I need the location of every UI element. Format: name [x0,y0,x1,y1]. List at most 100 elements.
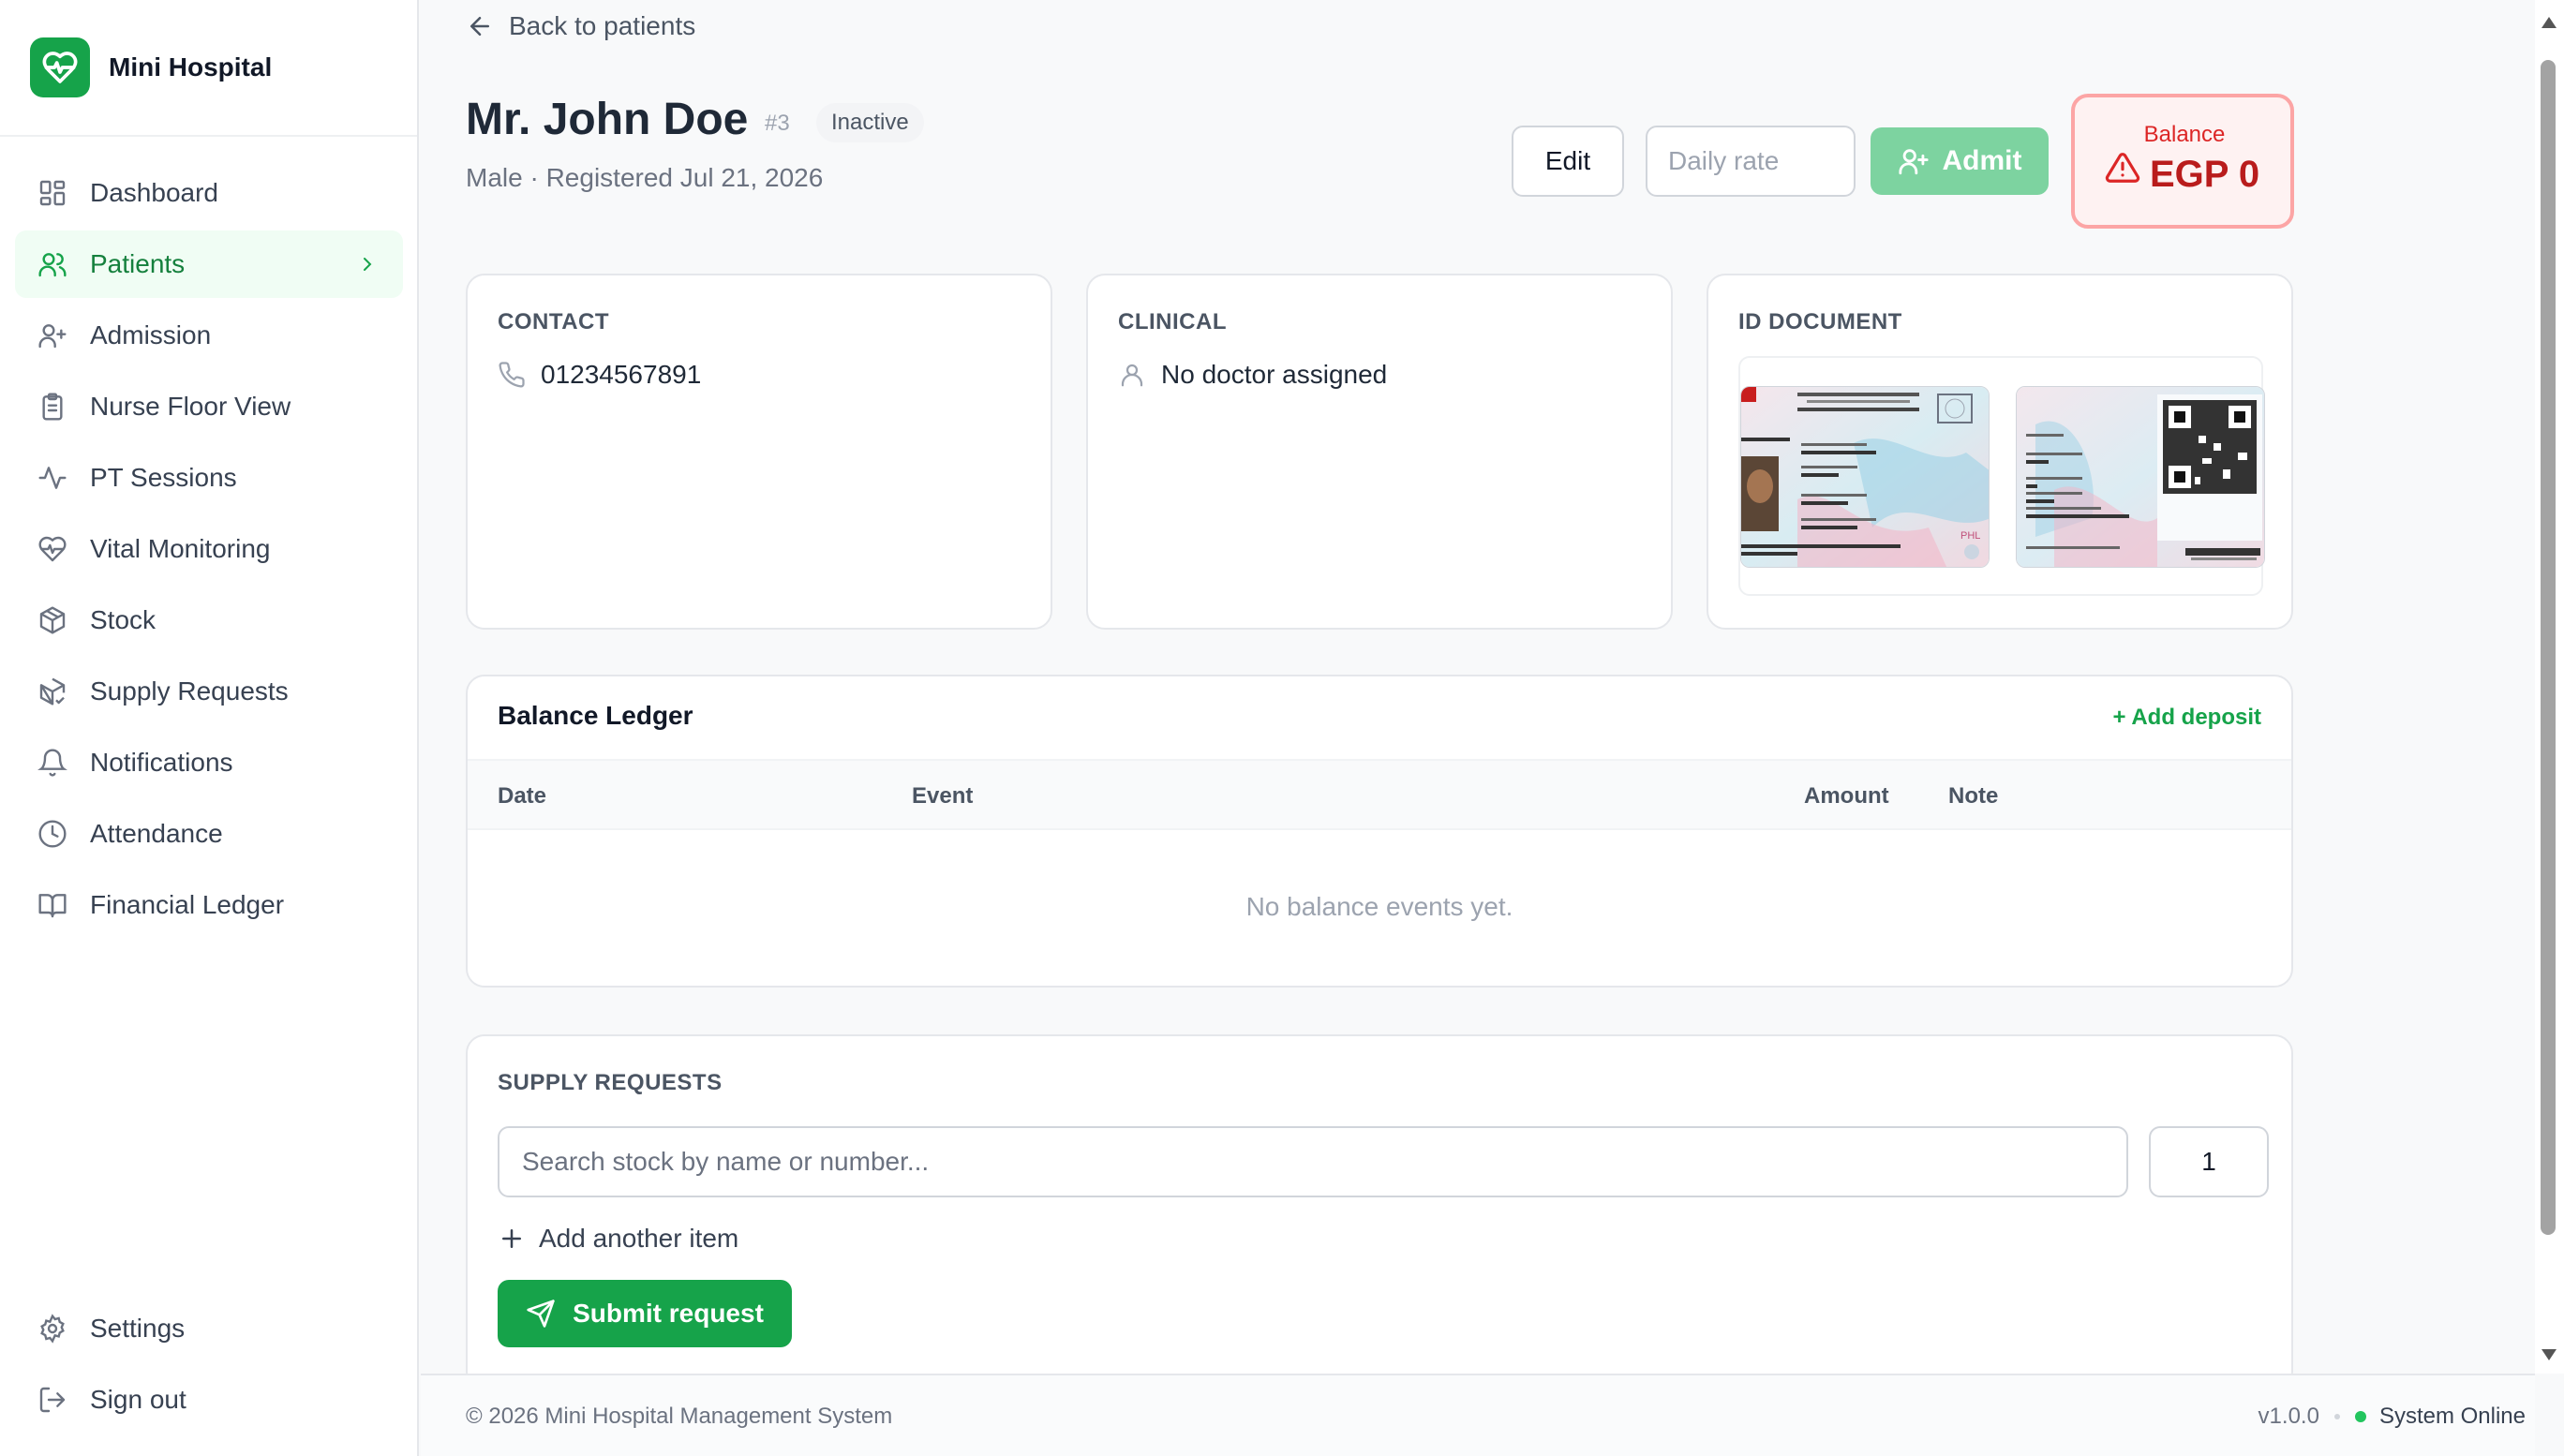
scrollbar[interactable] [2535,0,2564,1374]
activity-icon [38,467,67,489]
sidebar-item-label: Financial Ledger [90,890,285,919]
sidebar-item-label: Admission [90,320,212,349]
user-icon [1121,364,1143,387]
users-icon [38,253,67,277]
bell-icon [37,749,67,777]
sidebar-item-attendance[interactable]: Attendance [15,800,403,868]
sidebar-item-label: Settings [90,1314,186,1343]
scroll-up-arrow-icon[interactable] [2542,17,2557,28]
separator-dot [2333,1414,2340,1419]
sidebar-item-dashboard[interactable]: Dashboard [15,159,403,227]
sidebar-item-stock[interactable]: Stock [15,587,403,654]
copyright: © 2026 Mini Hospital Management System [466,1404,893,1429]
arrow-left-icon [470,17,489,36]
page-title: Mr. John Doe [466,95,749,144]
clinical-card: CLINICAL No doctor assigned [1086,274,1673,630]
sidebar: Mini Hospital Dashboard Patients Admissi… [0,0,419,1456]
user-plus-icon [38,324,67,349]
sidebar-item-label: Nurse Floor View [90,392,291,421]
phone-number: 01234567891 [541,360,702,389]
sidebar-item-vital-monitoring[interactable]: Vital Monitoring [15,515,403,583]
sidebar-item-financial-ledger[interactable]: Financial Ledger [15,871,403,939]
column-header-date[interactable]: Date [498,783,546,810]
alert-triangle-icon [2105,153,2140,183]
sidebar-item-pt-sessions[interactable]: PT Sessions [15,444,403,512]
id-document-preview[interactable]: PHL [1738,356,2265,596]
scroll-down-arrow-icon[interactable] [2542,1349,2557,1360]
add-deposit-link[interactable]: + Add deposit [2113,705,2261,731]
package-check-icon [39,677,66,706]
ledger-heading: Balance Ledger [498,701,693,730]
clipboard-icon [42,393,63,421]
column-header-note[interactable]: Note [1948,783,1998,810]
sidebar-item-label: Dashboard [90,178,218,207]
phone-row: 01234567891 [498,360,701,390]
send-icon [527,1300,555,1328]
sidebar-item-settings[interactable]: Settings [15,1295,403,1362]
online-status-dot [2354,1411,2366,1422]
back-link[interactable]: Back to patients [466,11,695,41]
dashboard-icon [39,180,66,206]
id-document-card: ID DOCUMENT PHL [1707,274,2293,630]
plus-icon [502,1229,521,1248]
brand[interactable]: Mini Hospital [0,0,417,137]
submit-request-button[interactable]: Submit request [498,1280,792,1347]
ledger-empty-state: No balance events yet. [1245,892,1513,921]
svg-text:PHL: PHL [1960,530,1980,542]
sidebar-item-label: PT Sessions [90,463,237,492]
heart-pulse-icon [38,536,67,562]
sidebar-item-sign-out[interactable]: Sign out [15,1366,403,1434]
clock-icon [38,820,67,848]
log-out-icon [39,1387,66,1413]
sidebar-item-notifications[interactable]: Notifications [15,729,403,796]
sidebar-item-admission[interactable]: Admission [15,302,403,369]
add-item-button[interactable]: Add another item [498,1224,738,1254]
sidebar-item-label: Patients [90,249,186,278]
admit-button[interactable]: Admit [1871,127,2049,195]
sidebar-item-label: Vital Monitoring [90,534,271,563]
version: v1.0.0 [2258,1404,2319,1429]
balance-card: Balance EGP 0 [2071,94,2294,229]
phone-icon [499,362,525,388]
admit-label: Admit [1942,145,2022,176]
sidebar-item-nurse-floor-view[interactable]: Nurse Floor View [15,373,403,440]
quantity-input[interactable]: 1 [2149,1126,2269,1197]
contact-heading: CONTACT [498,309,610,334]
balance-value: EGP 0 [2150,154,2260,195]
status-badge: Inactive [816,103,924,142]
daily-rate-input[interactable]: Daily rate [1646,126,1856,197]
footer: © 2026 Mini Hospital Management System v… [421,1374,2535,1456]
sidebar-item-label: Sign out [90,1385,186,1414]
chevron-right-icon [364,258,372,271]
id-card-back-image[interactable] [2016,386,2265,568]
balance-label: Balance [2143,122,2226,147]
stock-search-input[interactable]: Search stock by name or number... [498,1126,2128,1197]
id-document-heading: ID DOCUMENT [1738,309,1902,334]
sidebar-item-patients[interactable]: Patients [15,230,403,298]
contact-card: CONTACT 01234567891 [466,274,1052,630]
doctor-row: No doctor assigned [1118,360,1387,390]
submit-request-label: Submit request [573,1299,764,1328]
package-icon [39,606,66,634]
sidebar-item-label: Notifications [90,748,233,777]
sidebar-item-label: Stock [90,605,157,634]
main-content: Back to patients Mr. John Doe #3 Inactiv… [421,0,2535,1390]
sidebar-item-label: Attendance [90,819,223,848]
sidebar-item-supply-requests[interactable]: Supply Requests [15,658,403,725]
id-card-front-image[interactable]: PHL [1740,386,1990,568]
book-icon [38,894,67,918]
back-link-label: Back to patients [509,11,696,40]
heart-logo-icon [30,37,90,97]
scrollbar-thumb[interactable] [2541,60,2556,1235]
ledger-table-header: Date Event Amount Note [468,759,2291,830]
footer-status: v1.0.0 System Online [2258,1404,2526,1430]
add-item-label: Add another item [539,1224,739,1253]
edit-button[interactable]: Edit [1512,126,1624,197]
column-header-event[interactable]: Event [912,783,973,810]
column-header-amount[interactable]: Amount [1804,783,1889,810]
doctor-status: No doctor assigned [1161,360,1388,389]
system-status: System Online [2378,1404,2526,1429]
patient-id: #3 [765,111,790,136]
patient-subtitle: Male · Registered Jul 21, 2026 [466,163,824,192]
sidebar-item-label: Supply Requests [90,676,289,706]
